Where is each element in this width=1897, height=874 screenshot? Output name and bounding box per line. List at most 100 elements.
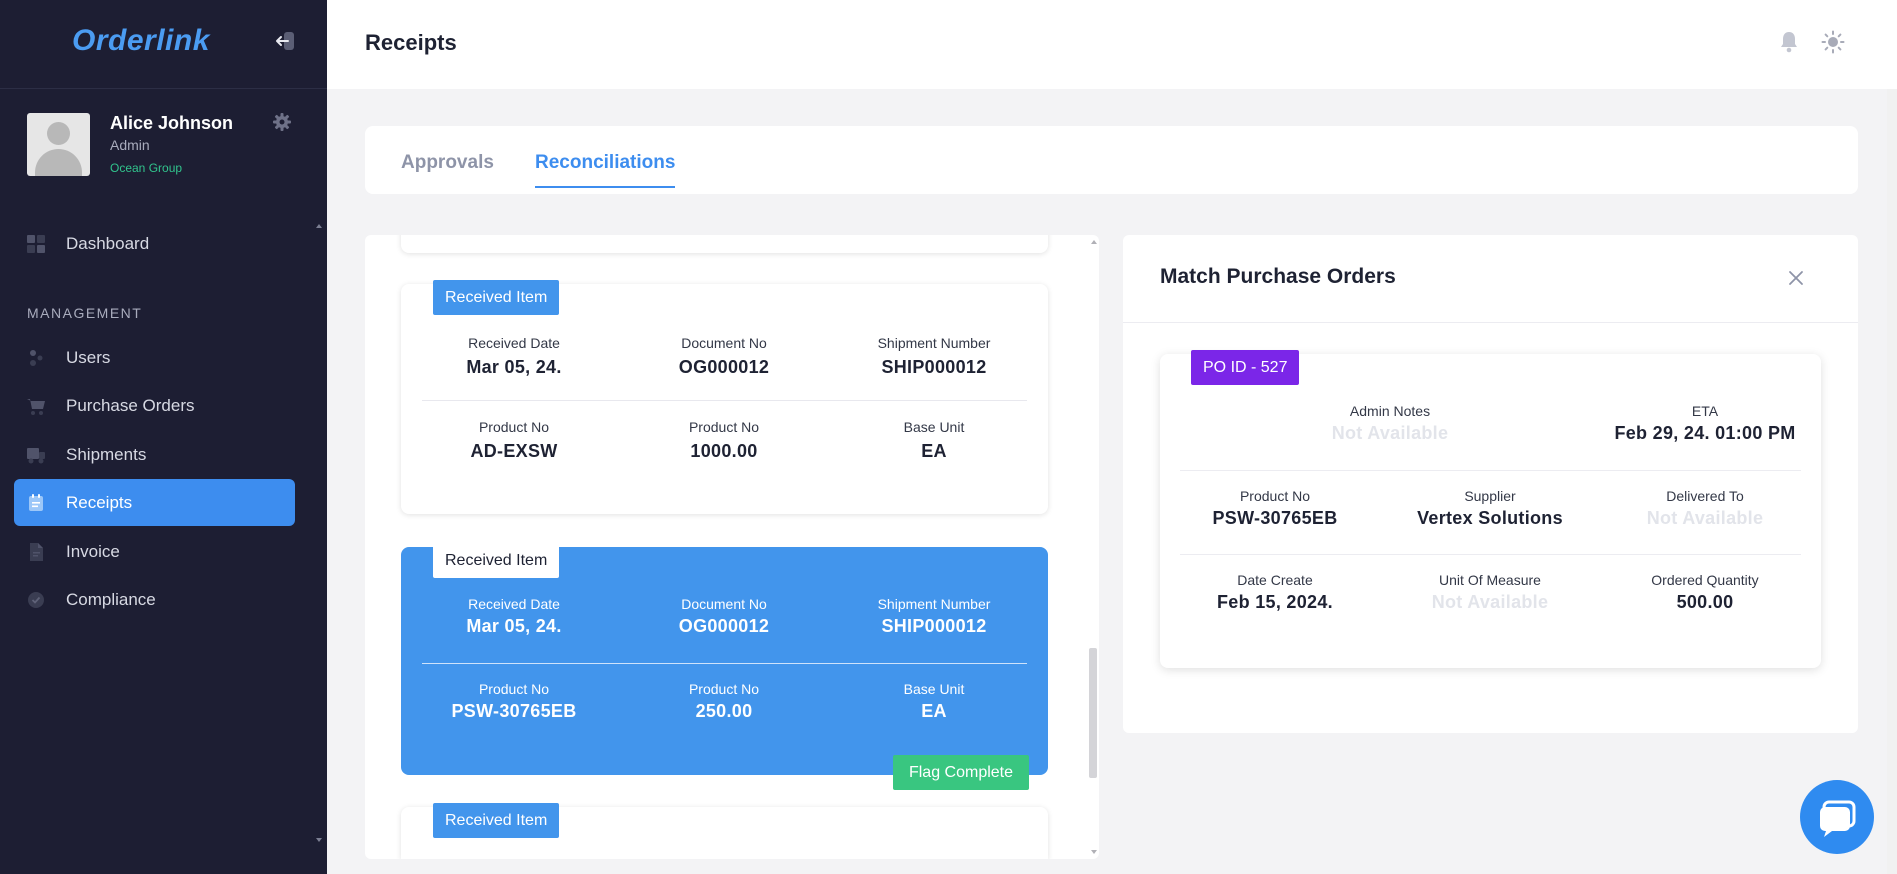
field-value: SHIP000012 <box>881 616 987 636</box>
field-value: EA <box>921 701 947 721</box>
sidebar-item-label: Invoice <box>66 541 120 561</box>
theme-toggle-icon[interactable] <box>1821 30 1845 54</box>
sidebar-item-dashboard[interactable]: Dashboard <box>14 220 295 267</box>
topbar: Receipts <box>327 0 1897 89</box>
admin-notes-field: Admin Notes Not Available <box>1283 403 1497 444</box>
field-value: Not Available <box>1646 508 1764 528</box>
base-unit-field: Base Unit EA <box>834 681 1034 722</box>
field-value: Feb 15, 2024. <box>1217 592 1333 612</box>
sidebar-item-receipts[interactable]: Receipts <box>14 479 295 526</box>
product-no-field: Product No AD-EXSW <box>414 419 614 462</box>
card-divider <box>422 663 1027 664</box>
field-label: Shipment Number <box>877 596 991 612</box>
field-label: Received Date <box>468 335 560 351</box>
po-id-tag: PO ID - 527 <box>1191 350 1300 385</box>
received-date-field: Received Date Mar 05, 24. <box>414 596 614 637</box>
field-value: 250.00 <box>695 701 753 721</box>
field-label: Delivered To <box>1666 488 1744 504</box>
bell-icon[interactable] <box>1777 30 1801 54</box>
receipt-icon <box>26 493 46 513</box>
close-icon[interactable] <box>1787 269 1805 287</box>
field-value: Vertex Solutions <box>1417 508 1563 528</box>
field-label: Base Unit <box>903 419 965 435</box>
sidebar-item-label: Receipts <box>66 492 133 512</box>
field-value: Mar 05, 24. <box>466 616 562 636</box>
users-icon <box>26 348 46 368</box>
gear-icon[interactable] <box>272 112 292 132</box>
sidebar-item-label: Shipments <box>66 444 147 464</box>
received-item-card[interactable] <box>401 235 1048 253</box>
ordered-quantity-field: Ordered Quantity 500.00 <box>1598 572 1812 613</box>
cart-icon <box>26 396 46 416</box>
collapse-sidebar-icon[interactable] <box>274 31 296 51</box>
product-no-field: Product No PSW-30765EB <box>1168 488 1382 529</box>
chat-widget-button[interactable] <box>1800 780 1874 854</box>
received-date-field: Received Date Mar 05, 24. <box>414 335 614 378</box>
field-value: EA <box>921 441 947 461</box>
flag-complete-button[interactable]: Flag Complete <box>893 755 1029 790</box>
field-label: Ordered Quantity <box>1651 572 1759 588</box>
sidebar-item-label: Compliance <box>66 589 156 609</box>
list-scrollbar-thumb[interactable] <box>1089 648 1097 778</box>
received-item-tag: Received Item <box>433 280 560 315</box>
tab-reconciliations[interactable]: Reconciliations <box>535 152 675 174</box>
tab-approvals[interactable]: Approvals <box>401 152 494 174</box>
field-label: Document No <box>681 596 767 612</box>
received-item-card[interactable]: Received Item <box>401 803 1048 859</box>
sidebar-item-label: Users <box>66 347 111 367</box>
user-profile: Alice Johnson Admin Ocean Group <box>0 89 327 199</box>
sidebar-item-shipments[interactable]: Shipments <box>14 431 295 478</box>
sidebar-section-label: MANAGEMENT <box>27 305 143 321</box>
received-item-tag: Received Item <box>433 803 560 838</box>
page-scrollbar[interactable] <box>1887 89 1897 874</box>
card-divider <box>1180 470 1801 471</box>
check-circle-icon <box>26 590 46 610</box>
tabs-bar: Approvals Reconciliations <box>365 126 1858 194</box>
card-divider <box>422 400 1027 401</box>
field-label: Date Create <box>1237 572 1313 588</box>
field-value: Not Available <box>1331 423 1449 443</box>
field-label: Product No <box>688 419 760 435</box>
field-label: Unit Of Measure <box>1439 572 1541 588</box>
purchase-order-card[interactable]: PO ID - 527 Admin Notes Not Available ET… <box>1160 350 1821 668</box>
user-role: Admin <box>110 137 150 153</box>
card-divider <box>1180 554 1801 555</box>
sidebar-item-purchase-orders[interactable]: Purchase Orders <box>14 382 295 429</box>
sidebar-item-users[interactable]: Users <box>14 334 295 381</box>
sidebar-scroll-up[interactable] <box>316 224 322 228</box>
truck-icon <box>26 445 46 465</box>
panel-divider <box>1123 322 1858 323</box>
avatar[interactable] <box>27 113 90 176</box>
sidebar-item-compliance[interactable]: Compliance <box>14 576 295 623</box>
sidebar-item-invoice[interactable]: Invoice <box>14 528 295 575</box>
document-no-field: Document No OG000012 <box>624 335 824 378</box>
delivered-to-field: Delivered To Not Available <box>1598 488 1812 529</box>
field-label: Received Date <box>468 596 560 612</box>
field-label: Product No <box>688 681 760 697</box>
app-logo[interactable]: Orderlink <box>72 24 210 58</box>
page-title: Receipts <box>365 30 457 55</box>
field-label: ETA <box>1691 403 1719 419</box>
chat-icon <box>1820 800 1856 837</box>
field-value: AD-EXSW <box>470 441 558 461</box>
field-label: Supplier <box>1464 488 1516 504</box>
field-label: Product No <box>478 419 550 435</box>
field-value: SHIP000012 <box>881 357 987 377</box>
field-value: Not Available <box>1431 592 1549 612</box>
list-scrollbar[interactable] <box>1089 240 1097 855</box>
user-name: Alice Johnson <box>110 113 234 133</box>
sidebar-scroll-down[interactable] <box>316 838 322 842</box>
user-organization: Ocean Group <box>110 161 183 175</box>
dashboard-icon <box>26 234 46 254</box>
field-label: Shipment Number <box>877 335 991 351</box>
document-no-field: Document No OG000012 <box>624 596 824 637</box>
field-value: 1000.00 <box>690 441 758 461</box>
received-item-card-selected[interactable]: Received Item Received Date Mar 05, 24. … <box>401 543 1048 775</box>
field-value: PSW-30765EB <box>451 701 577 721</box>
sidebar-item-label: Purchase Orders <box>66 395 195 415</box>
eta-field: ETA Feb 29, 24. 01:00 PM <box>1598 403 1812 444</box>
field-value: OG000012 <box>678 616 770 636</box>
shipment-number-field: Shipment Number SHIP000012 <box>834 596 1034 637</box>
received-item-card[interactable]: Received Item Received Date Mar 05, 24. … <box>401 280 1048 514</box>
product-no-field: Product No PSW-30765EB <box>414 681 614 722</box>
